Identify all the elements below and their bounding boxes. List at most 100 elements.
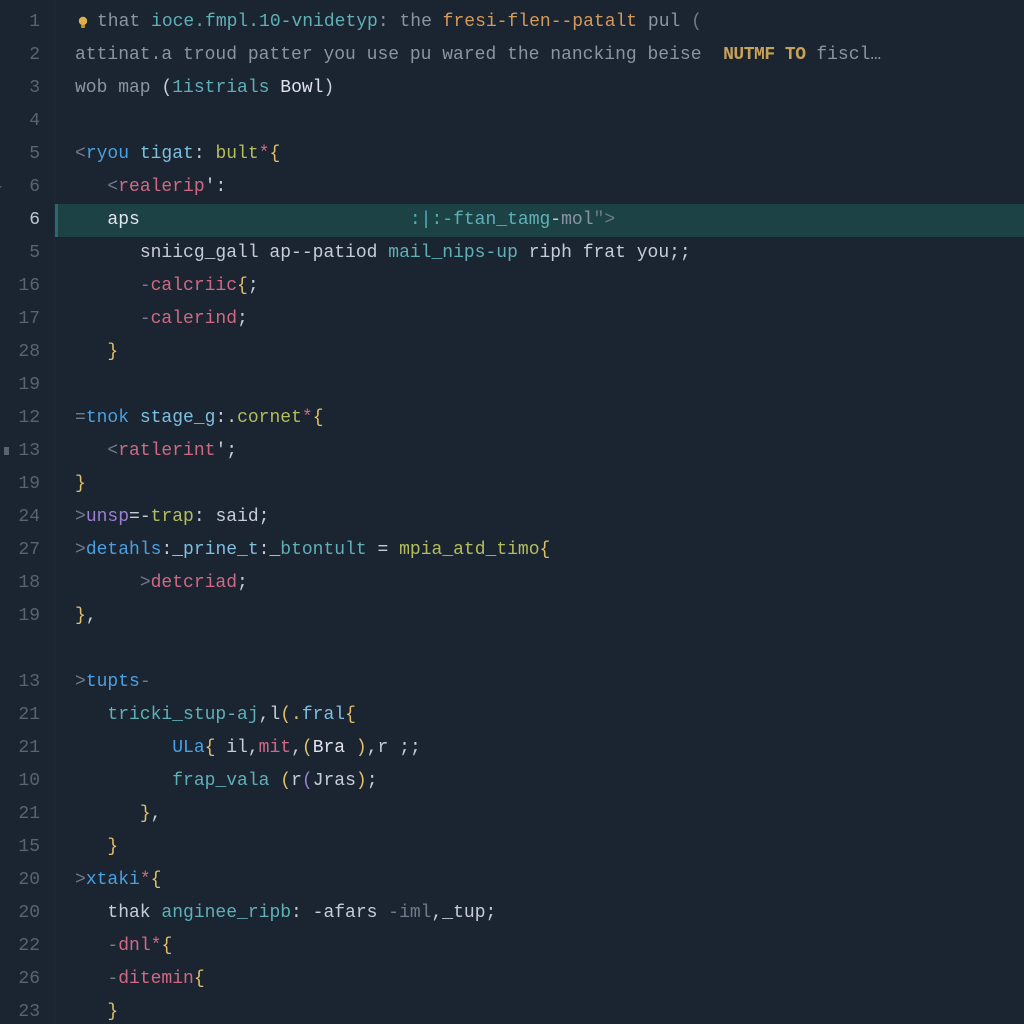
code-token: NUTMF TO — [723, 45, 805, 65]
line-number[interactable]: 6▸ — [0, 171, 40, 204]
code-line[interactable]: >unsp=-trap: said; — [75, 501, 1024, 534]
code-line[interactable]: >detahls:_prine_t:_btontult = mpia_atd_t… — [75, 534, 1024, 567]
code-token: , — [151, 804, 162, 824]
code-token: , — [248, 738, 259, 758]
code-line[interactable]: tricki_stup-aj,l(.fral{ — [75, 699, 1024, 732]
code-line[interactable]: >tupts- — [75, 666, 1024, 699]
code-line[interactable] — [75, 369, 1024, 402]
line-number[interactable]: 18 — [0, 567, 40, 600]
fold-caret-icon[interactable]: ▸ — [0, 171, 2, 204]
line-number[interactable]: 13 — [0, 666, 40, 699]
code-token: tricki_stup-aj — [107, 705, 258, 725]
code-line[interactable]: -dnl*{ — [75, 930, 1024, 963]
line-number[interactable]: 16 — [0, 270, 40, 303]
code-token: > — [75, 540, 86, 560]
code-line[interactable]: sniicg_gall ap--patiod mail_nips-up riph… — [75, 237, 1024, 270]
code-area[interactable]: that ioce.fmpl.10-vnidetyp: the fresi-fl… — [55, 0, 1024, 1024]
line-number[interactable]: 23 — [0, 996, 40, 1024]
code-token: ratlerint — [118, 441, 215, 461]
code-line[interactable]: =tnok stage_g:.cornet*{ — [75, 402, 1024, 435]
code-line[interactable]: <ryou tigat: bult*{ — [75, 138, 1024, 171]
code-line[interactable]: frap_vala (r(Jras); — [75, 765, 1024, 798]
code-token: , — [86, 606, 97, 626]
code-line[interactable]: thak anginee_ripb: -afars -iml,_tup; — [75, 897, 1024, 930]
code-token: { — [151, 870, 162, 890]
line-number[interactable]: 21 — [0, 798, 40, 831]
line-number[interactable]: 17 — [0, 303, 40, 336]
code-line[interactable]: } — [75, 831, 1024, 864]
code-token: > — [75, 870, 86, 890]
line-number[interactable]: 12 — [0, 402, 40, 435]
code-token: - — [140, 276, 151, 296]
line-number[interactable]: 20 — [0, 897, 40, 930]
code-token: ( — [302, 738, 313, 758]
code-token: { — [161, 936, 172, 956]
code-line[interactable]: <realerip': — [75, 171, 1024, 204]
code-line[interactable]: <ratlerint'; — [75, 435, 1024, 468]
code-line[interactable]: -calerind; — [75, 303, 1024, 336]
code-line[interactable]: } — [75, 996, 1024, 1024]
code-token: ; — [237, 573, 248, 593]
line-number[interactable]: 10 — [0, 765, 40, 798]
gutter-mark-icon — [4, 447, 9, 455]
code-token: trap — [151, 507, 194, 527]
line-number[interactable]: 22 — [0, 930, 40, 963]
code-token: aps — [107, 210, 139, 230]
line-number[interactable]: 15 — [0, 831, 40, 864]
code-line[interactable] — [75, 105, 1024, 138]
code-token: :_ — [259, 540, 281, 560]
line-number[interactable]: 27 — [0, 534, 40, 567]
code-token: ioce.fmpl.10-vnidetyp — [151, 12, 378, 32]
code-token: - — [140, 672, 151, 692]
lightbulb-icon[interactable] — [75, 11, 91, 27]
line-number[interactable]: 6 — [0, 204, 40, 237]
code-token: r — [291, 771, 302, 791]
line-number[interactable]: 5 — [0, 237, 40, 270]
code-token: : -afars — [291, 903, 388, 923]
code-token: ftan_tamg — [453, 210, 550, 230]
code-token: ; — [680, 243, 691, 263]
line-number[interactable]: 20 — [0, 864, 40, 897]
line-number[interactable] — [0, 633, 40, 666]
line-number[interactable]: 4 — [0, 105, 40, 138]
code-line[interactable] — [75, 633, 1024, 666]
code-token: tnok — [86, 408, 140, 428]
code-token: Bowl — [280, 78, 323, 98]
code-line[interactable]: ULa{ il,mit,(Bra ),r ;; — [75, 732, 1024, 765]
code-line[interactable]: }, — [75, 798, 1024, 831]
line-number[interactable]: 24 — [0, 501, 40, 534]
code-token: ditemin — [118, 969, 194, 989]
line-number[interactable]: 26 — [0, 963, 40, 996]
code-token: ; — [248, 276, 259, 296]
code-token: detahls — [86, 540, 162, 560]
code-line[interactable]: -ditemin{ — [75, 963, 1024, 996]
line-number[interactable]: 19 — [0, 369, 40, 402]
line-number[interactable]: 19 — [0, 468, 40, 501]
line-number[interactable]: 3 — [0, 72, 40, 105]
code-token: realerip — [118, 177, 204, 197]
line-number[interactable]: 5 — [0, 138, 40, 171]
line-number-gutter[interactable]: 123456▸651617281912131924271819132121102… — [0, 0, 55, 1024]
code-token: mit — [259, 738, 291, 758]
code-line[interactable]: >detcriad; — [75, 567, 1024, 600]
code-line[interactable]: aps :|:-ftan_tamg-mol"> — [55, 204, 1024, 237]
code-line[interactable]: }, — [75, 600, 1024, 633]
code-line[interactable]: } — [75, 336, 1024, 369]
line-number[interactable]: 19 — [0, 600, 40, 633]
code-line[interactable]: attinat.a troud patter you use pu wared … — [75, 39, 1024, 72]
code-line[interactable]: >xtaki*{ — [75, 864, 1024, 897]
line-number[interactable]: 28 — [0, 336, 40, 369]
line-number[interactable]: 21 — [0, 732, 40, 765]
code-line[interactable]: that ioce.fmpl.10-vnidetyp: the fresi-fl… — [75, 6, 1024, 39]
code-line[interactable]: -calcriic{; — [75, 270, 1024, 303]
line-number[interactable]: 13 — [0, 435, 40, 468]
line-number[interactable]: 1 — [0, 6, 40, 39]
code-line[interactable]: wob map (1istrials Bowl) — [75, 72, 1024, 105]
line-number[interactable]: 21 — [0, 699, 40, 732]
code-line[interactable]: } — [75, 468, 1024, 501]
code-token: : said; — [194, 507, 270, 527]
code-token: } — [75, 606, 86, 626]
code-token: riph frat you; — [518, 243, 680, 263]
code-token: } — [75, 474, 86, 494]
line-number[interactable]: 2 — [0, 39, 40, 72]
